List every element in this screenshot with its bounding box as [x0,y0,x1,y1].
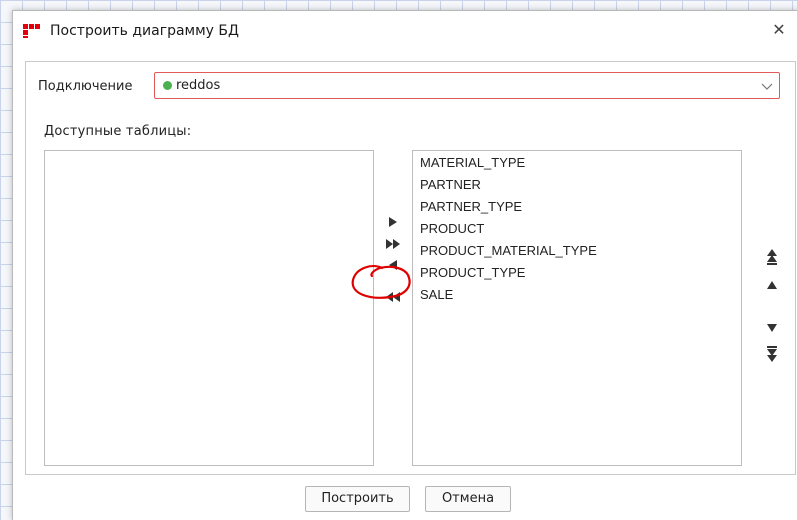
list-item[interactable]: PARTNER [413,174,741,196]
list-item[interactable]: PRODUCT_MATERIAL_TYPE [413,240,741,262]
list-item[interactable]: PRODUCT [413,218,741,240]
move-top-icon[interactable] [761,247,783,267]
dialog-footer: Построить Отмена [13,473,797,520]
move-right-icon[interactable] [382,212,404,232]
move-all-right-icon[interactable] [382,234,404,254]
cancel-button[interactable]: Отмена [425,486,511,512]
move-bottom-icon[interactable] [761,344,783,364]
chevron-down-icon[interactable] [761,76,773,100]
app-logo-icon [23,24,40,38]
connection-status-icon [163,81,172,90]
move-up-icon[interactable] [761,276,783,296]
build-diagram-dialog: Построить диаграмму БД ✕ Подключение red… [12,10,797,520]
connection-label: Подключение [38,79,133,94]
dialog-content: Подключение reddos Доступные таблицы: MA… [25,61,796,475]
title-bar: Построить диаграмму БД ✕ [13,11,797,53]
list-item[interactable]: MATERIAL_TYPE [413,152,741,174]
move-down-icon[interactable] [761,317,783,337]
window-title: Построить диаграмму БД [50,23,239,39]
close-icon[interactable]: ✕ [768,19,790,41]
list-item[interactable]: PARTNER_TYPE [413,196,741,218]
list-item[interactable]: SALE [413,284,741,306]
build-button[interactable]: Построить [305,486,410,512]
selected-tables-list[interactable]: MATERIAL_TYPE PARTNER PARTNER_TYPE PRODU… [412,150,742,466]
connection-value: reddos [176,78,221,93]
list-item[interactable]: PRODUCT_TYPE [413,262,741,284]
move-all-left-icon[interactable] [382,287,404,307]
available-tables-list[interactable] [44,150,374,466]
available-tables-label: Доступные таблицы: [44,124,192,139]
connection-select[interactable]: reddos [154,72,780,99]
move-left-icon[interactable] [382,255,404,275]
